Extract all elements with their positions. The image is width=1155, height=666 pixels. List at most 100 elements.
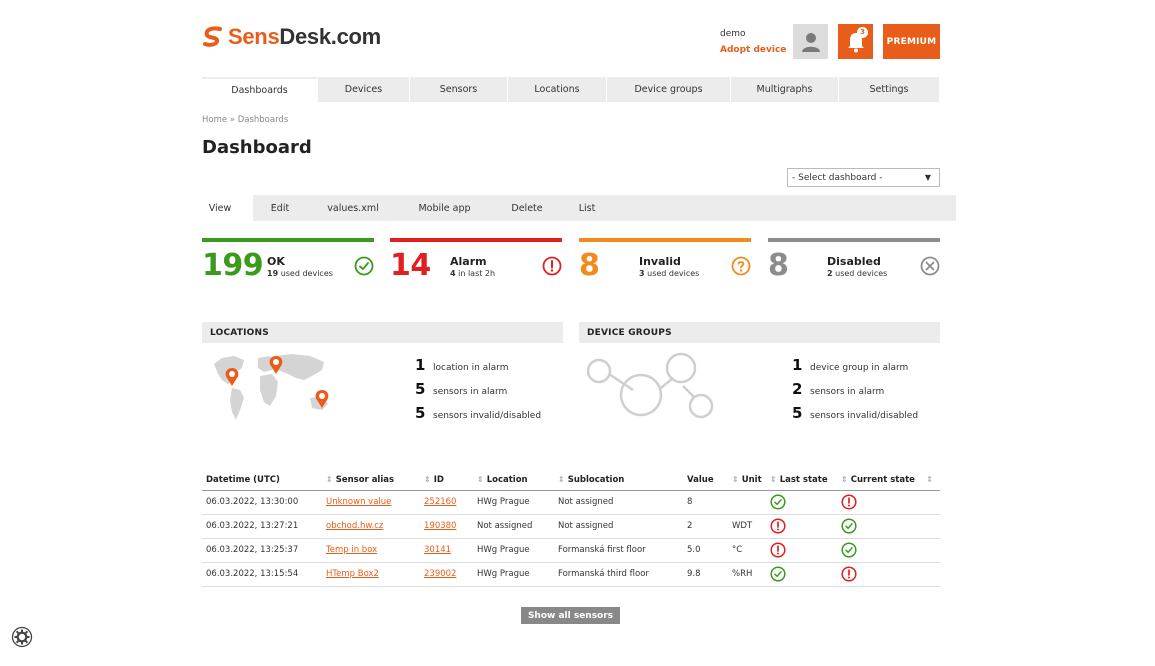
cell-value: 9.8 [683, 562, 728, 587]
column-header-sensor-alias[interactable]: ⇕ Sensor alias [322, 470, 420, 491]
state-ok-icon [770, 566, 786, 582]
cell-sensor-alias: HTemp Box2 [322, 562, 420, 587]
cell-datetime: 06.03.2022, 13:30:00 [202, 490, 322, 515]
cell-datetime: 06.03.2022, 13:27:21 [202, 514, 322, 539]
dashboard-select[interactable]: - Select dashboard - ▼ [787, 168, 940, 187]
cell-value: 5.0 [683, 538, 728, 563]
stat-line[interactable]: 1 location in alarm [415, 356, 541, 374]
status-card-disabled[interactable]: 8 Disabled 2 used devices [768, 238, 940, 284]
device-groups-panel-title: DEVICE GROUPS [579, 322, 940, 343]
state-ok-icon [841, 518, 857, 534]
nav-devices[interactable]: Devices [318, 77, 410, 102]
show-all-sensors-button[interactable]: Show all sensors [521, 607, 620, 624]
nav-settings[interactable]: Settings [839, 77, 940, 102]
tab-view[interactable]: View [187, 195, 253, 221]
sort-icon: ⇕ [558, 474, 565, 484]
state-alarm-icon [841, 566, 857, 582]
column-header-unit[interactable]: ⇕ Unit [728, 470, 766, 491]
id-link[interactable]: 30141 [424, 545, 451, 555]
avatar-button[interactable] [793, 24, 828, 59]
column-header-current-state[interactable]: ⇕ Current state ⇕ [837, 470, 940, 491]
page-title: Dashboard [202, 137, 312, 158]
sort-icon: ⇕ [841, 474, 848, 484]
tab-delete[interactable]: Delete [490, 195, 564, 221]
stat-line[interactable]: 5 sensors in alarm [415, 380, 541, 398]
status-label: Alarm [450, 255, 487, 268]
world-map-icon[interactable] [212, 350, 332, 428]
status-sub: 3 used devices [639, 269, 700, 278]
nav-sensors[interactable]: Sensors [410, 77, 508, 102]
status-label: OK [267, 255, 285, 268]
location-pin-icon [269, 356, 283, 374]
stat-line[interactable]: 5 sensors invalid/disabled [792, 404, 918, 422]
column-header-datetime[interactable]: Datetime (UTC) [202, 470, 322, 491]
column-header-last-state[interactable]: ⇕ Last state [766, 470, 837, 491]
status-count: 8 [768, 248, 789, 283]
nav-dashboards[interactable]: Dashboards [202, 77, 318, 102]
stat-line[interactable]: 5 sensors invalid/disabled [415, 404, 541, 422]
cell-last-state [766, 538, 837, 563]
tab-values-xml[interactable]: values.xml [307, 195, 399, 221]
stat-line[interactable]: 2 sensors in alarm [792, 380, 918, 398]
status-count: 199 [202, 248, 264, 283]
table-row: 06.03.2022, 13:30:00 Unknown value 252160 H… [202, 490, 940, 515]
question-circle-icon [731, 256, 751, 276]
sort-icon: ⇕ [770, 474, 777, 484]
user-name: demo [720, 29, 746, 39]
sort-icon: ⇕ [326, 474, 333, 484]
sort-icon: ⇕ [424, 474, 431, 484]
cell-datetime: 06.03.2022, 13:25:37 [202, 538, 322, 563]
dashboard-tabs: View Edit values.xml Mobile app Delete L… [187, 195, 956, 221]
status-sub: 2 used devices [827, 269, 888, 278]
nav-locations[interactable]: Locations [508, 77, 607, 102]
tab-edit[interactable]: Edit [253, 195, 307, 221]
cell-location: HWg Prague [473, 562, 554, 587]
sensor-table: Datetime (UTC) ⇕ Sensor alias ⇕ ID ⇕ Locati… [202, 470, 940, 587]
status-count: 14 [390, 248, 431, 283]
gear-icon[interactable] [11, 626, 33, 648]
check-circle-icon [354, 256, 374, 276]
column-header-value[interactable]: Value [683, 470, 728, 491]
locations-stats: 1 location in alarm 5 sensors in alarm 5 se… [415, 356, 541, 422]
status-card-invalid[interactable]: 8 Invalid 3 used devices [579, 238, 751, 284]
adopt-device-link[interactable]: Adopt device [720, 45, 786, 55]
id-link[interactable]: 190380 [424, 521, 456, 531]
status-bar [768, 238, 940, 242]
id-link[interactable]: 239002 [424, 569, 456, 579]
sensdesk-logo[interactable]: SensDesk.com [202, 24, 381, 50]
status-card-alarm[interactable]: 14 Alarm 4 in last 2h [390, 238, 562, 284]
sensor-alias-link[interactable]: Unknown value [326, 497, 391, 507]
notification-count-badge: 3 [857, 27, 868, 38]
cell-datetime: 06.03.2022, 13:15:54 [202, 562, 322, 587]
sensor-alias-link[interactable]: obchod.hw.cz [326, 521, 383, 531]
tab-mobile-app[interactable]: Mobile app [399, 195, 490, 221]
cell-sublocation: Formanská first floor [554, 538, 683, 563]
cell-current-state [837, 514, 940, 539]
sensor-alias-link[interactable]: Temp in box [326, 545, 377, 555]
sort-icon: ⇕ [477, 474, 484, 484]
nav-multigraphs[interactable]: Multigraphs [731, 77, 839, 102]
nav-device-groups[interactable]: Device groups [607, 77, 731, 102]
stat-line[interactable]: 1 device group in alarm [792, 356, 918, 374]
cell-unit: %RH [728, 562, 766, 587]
breadcrumb[interactable]: Home » Dashboards [202, 115, 288, 125]
alert-circle-icon [542, 256, 562, 276]
locations-panel-title: LOCATIONS [202, 322, 563, 343]
status-label: Invalid [639, 255, 681, 268]
device-groups-graph-icon[interactable] [585, 350, 717, 422]
cell-id: 252160 [420, 490, 473, 515]
column-header-location[interactable]: ⇕ Location [473, 470, 554, 491]
tab-list[interactable]: List [564, 195, 610, 221]
column-header-id[interactable]: ⇕ ID [420, 470, 473, 491]
status-card-ok[interactable]: 199 OK 19 used devices [202, 238, 374, 284]
cell-sensor-alias: obchod.hw.cz [322, 514, 420, 539]
notifications-button[interactable]: 3 [838, 24, 873, 59]
cell-last-state [766, 562, 837, 587]
dropdown-arrow-icon: ▼ [924, 173, 931, 182]
id-link[interactable]: 252160 [424, 497, 456, 507]
cell-location: Not assigned [473, 514, 554, 539]
premium-button[interactable]: PREMIUM [883, 24, 940, 59]
column-header-sublocation[interactable]: ⇕ Sublocation [554, 470, 683, 491]
sensor-alias-link[interactable]: HTemp Box2 [326, 569, 379, 579]
table-header-row: Datetime (UTC) ⇕ Sensor alias ⇕ ID ⇕ Locati… [202, 470, 940, 491]
